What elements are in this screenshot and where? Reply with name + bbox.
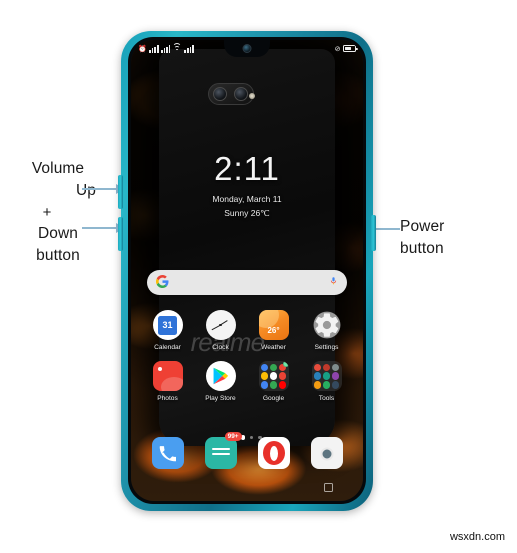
app-folder-tools[interactable]: Tools [300, 361, 353, 402]
battery-icon [343, 45, 358, 52]
status-bar: ⏰ ⊘ [131, 40, 363, 57]
opera-icon [257, 437, 290, 469]
app-label: Google [262, 395, 285, 402]
folder-icon [311, 361, 342, 391]
messages-badge: 99+ [224, 432, 242, 442]
app-play-store[interactable]: Play Store [194, 361, 247, 402]
calendar-icon: 31 [152, 310, 183, 340]
google-search-bar[interactable] [147, 270, 347, 295]
gear-icon [312, 310, 342, 340]
app-label: Clock [212, 344, 229, 351]
volume-down-button[interactable] [118, 217, 123, 251]
microphone-icon[interactable] [329, 274, 338, 292]
signal-bars-icon [149, 45, 159, 53]
app-label: Calendar [154, 344, 181, 351]
phone-bezel: realme ⏰ ⊘ 2:11 Monday, March 11 Sunny 2… [128, 37, 366, 504]
clock-time: 2:11 [214, 150, 280, 187]
wallpaper-camera-module-icon [208, 82, 255, 105]
power-label-line-2: button [400, 240, 444, 257]
do-not-disturb-icon: ⊘ [334, 45, 341, 53]
recents-square-button[interactable] [324, 483, 333, 492]
app-folder-google[interactable]: Google [247, 361, 300, 402]
photos-icon [152, 361, 183, 391]
clock-weather: Sunny 26℃ [224, 208, 270, 218]
phone-icon [151, 437, 184, 469]
app-label: Weather [261, 344, 286, 351]
dock-phone[interactable] [141, 437, 194, 473]
phone-device: realme ⏰ ⊘ 2:11 Monday, March 11 Sunny 2… [118, 31, 376, 511]
volume-label-line-1: Volume [31, 160, 85, 177]
power-label-line-1: Power [400, 218, 445, 235]
play-store-icon [205, 361, 236, 391]
status-bar-left: ⏰ [138, 43, 194, 53]
volume-label-line-5: button [36, 247, 80, 265]
volume-buttons-label: Volume Up + Down button [6, 158, 110, 267]
status-bar-right: ⊘ [334, 45, 358, 53]
app-label: Play Store [205, 395, 236, 402]
app-calendar[interactable]: 31 Calendar [141, 310, 194, 351]
dock-messages[interactable]: 99+ [194, 432, 247, 473]
app-weather[interactable]: 26° Weather [247, 310, 300, 351]
app-photos[interactable]: Photos [141, 361, 194, 402]
alarm-icon: ⏰ [138, 45, 147, 53]
calendar-day-number: 31 [158, 315, 177, 335]
volume-label-line-3: + [42, 204, 52, 221]
weather-temperature: 26° [267, 326, 280, 335]
app-label: Photos [157, 395, 178, 402]
phone-screen[interactable]: realme ⏰ ⊘ 2:11 Monday, March 11 Sunny 2… [131, 40, 363, 501]
messages-icon: 99+ [204, 432, 242, 469]
dock-opera[interactable] [247, 437, 300, 473]
screenshot-canvas: Volume Up + Down button Power button rea… [0, 0, 517, 553]
app-clock[interactable]: Clock [194, 310, 247, 351]
folder-notification-dot-icon [282, 361, 289, 367]
network-icon [184, 45, 194, 53]
app-settings[interactable]: Settings [300, 310, 353, 351]
power-button-label: Power button [400, 216, 512, 260]
clock-date: Monday, March 11 [212, 194, 282, 204]
app-grid: 31 Calendar Clock 26° Weather Settings P… [141, 310, 353, 402]
watermark: wsxdn.com [449, 531, 505, 543]
weather-icon: 26° [258, 310, 289, 340]
wallpaper-flash-icon [248, 92, 255, 99]
google-logo-icon [156, 275, 169, 290]
wifi-icon [172, 43, 182, 52]
camera-icon [310, 437, 343, 469]
clock-widget[interactable]: 2:11 Monday, March 11 Sunny 26℃ [131, 152, 363, 219]
volume-up-button[interactable] [118, 175, 123, 209]
dock-camera[interactable] [300, 437, 353, 473]
app-label: Tools [318, 395, 335, 402]
app-label: Settings [314, 344, 339, 351]
dock: 99+ [141, 432, 353, 473]
clock-icon [205, 310, 236, 340]
signal-bars-icon [161, 45, 171, 53]
power-button[interactable] [371, 215, 376, 251]
folder-icon [258, 361, 289, 391]
